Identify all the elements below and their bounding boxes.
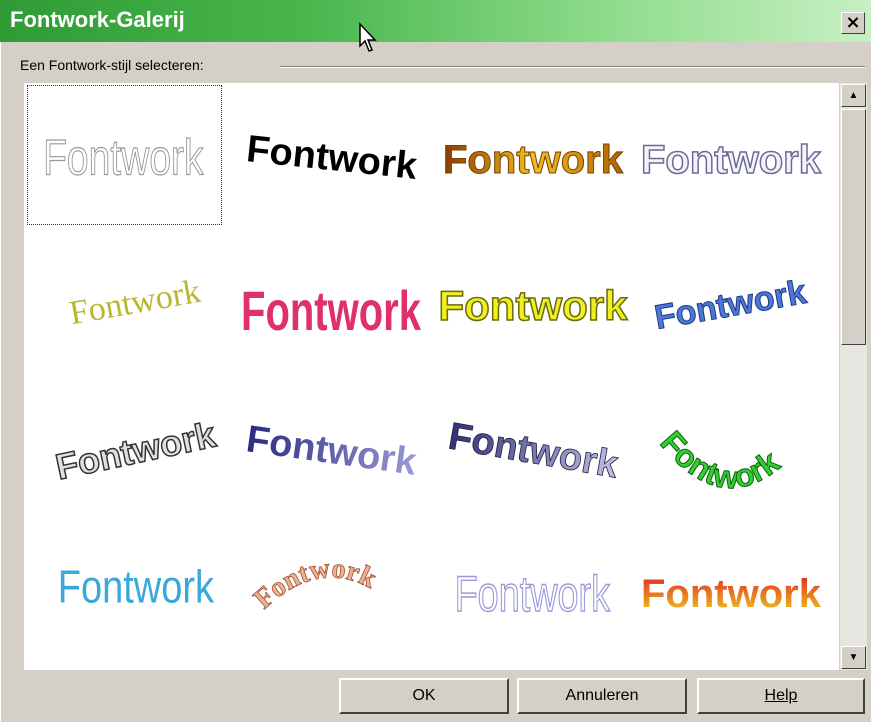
- fontwork-sample-text: Fontwork: [455, 567, 611, 622]
- fontwork-sample-text: Fontwork: [641, 572, 822, 616]
- fontwork-sample-text: Fontwork: [58, 561, 215, 612]
- fontwork-sample-text: Fontwork: [67, 273, 204, 332]
- fontwork-style-14[interactable]: Fontwork: [234, 515, 429, 655]
- fontwork-style-11[interactable]: Fontwork: [436, 373, 631, 513]
- fontwork-style-8[interactable]: Fontwork: [634, 228, 829, 368]
- fontwork-style-12[interactable]: Fontwork: [634, 383, 829, 523]
- fontwork-style-6[interactable]: Fontwork: [234, 228, 429, 368]
- cancel-button[interactable]: Annuleren: [517, 678, 687, 714]
- title-bar[interactable]: Fontwork-Galerij ×: [0, 0, 871, 42]
- fontwork-sample-text: Fontwork: [244, 418, 420, 484]
- fontwork-style-7[interactable]: Fontwork: [436, 228, 631, 368]
- fontwork-sample-text: Fontwork: [439, 282, 629, 329]
- gallery-scrollbar[interactable]: ▲ ▼: [840, 83, 867, 670]
- ok-button[interactable]: OK: [339, 678, 509, 714]
- fontwork-style-1[interactable]: Fontwork: [27, 85, 222, 225]
- window-title: Fontwork-Galerij: [10, 7, 185, 32]
- fontwork-sample-text: Fontwork: [443, 138, 624, 182]
- fontwork-style-5[interactable]: Fontwork: [39, 228, 234, 368]
- fontwork-sample-text: Fontwork: [245, 128, 420, 188]
- fontwork-style-10[interactable]: Fontwork: [234, 373, 429, 513]
- fontwork-sample-text: Fontwork: [446, 416, 623, 487]
- fontwork-style-16[interactable]: Fontwork: [634, 515, 829, 655]
- window-frame: [0, 42, 8, 722]
- fontwork-sample-text: Fontwork: [641, 138, 822, 182]
- fontwork-style-3[interactable]: Fontwork: [436, 85, 631, 225]
- fontwork-style-2[interactable]: Fontwork: [234, 85, 429, 225]
- mouse-cursor-icon: [359, 22, 377, 52]
- fontwork-style-15[interactable]: Fontwork: [436, 515, 631, 655]
- fontwork-sample-text: Fontwork: [248, 553, 381, 615]
- help-button[interactable]: Help: [697, 678, 865, 714]
- fontwork-style-9[interactable]: Fontwork: [39, 373, 234, 513]
- fontwork-sample-text: Fontwork: [241, 281, 422, 343]
- fontwork-sample-text: Fontwork: [654, 424, 786, 496]
- fontwork-sample-text: Fontwork: [652, 273, 809, 337]
- scroll-up-button[interactable]: ▲: [841, 84, 866, 107]
- scroll-thumb[interactable]: [841, 109, 866, 345]
- fontwork-gallery[interactable]: Fontwork Fontwork Fontwork Fontwork Font…: [24, 83, 839, 670]
- group-separator: [280, 66, 865, 68]
- fontwork-style-4[interactable]: Fontwork: [634, 85, 829, 225]
- fontwork-sample-text: Fontwork: [43, 130, 204, 186]
- fontwork-style-13[interactable]: Fontwork: [39, 515, 234, 655]
- scroll-down-button[interactable]: ▼: [841, 646, 866, 669]
- close-button[interactable]: ×: [841, 12, 865, 34]
- fontwork-sample-text: Fontwork: [52, 413, 220, 487]
- gallery-group-label: Een Fontwork-stijl selecteren:: [20, 57, 204, 73]
